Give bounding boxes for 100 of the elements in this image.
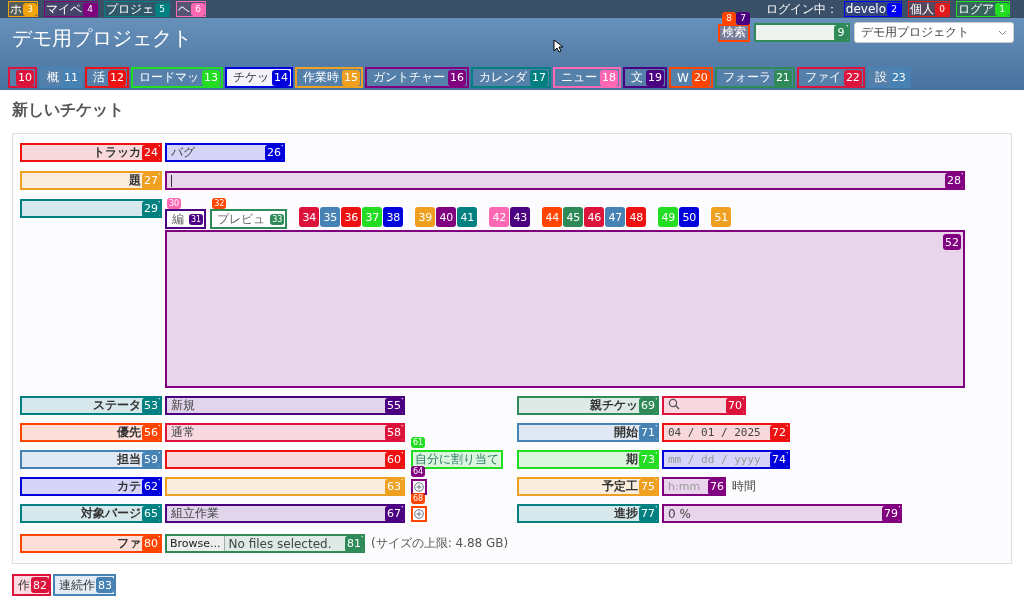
file-field[interactable]: Browse... No files selected. 81 [165, 534, 365, 553]
editor-tab[interactable]: プレビュ 33 [210, 209, 288, 229]
number-badge: 67 [385, 505, 403, 522]
toolbar-button[interactable]: 45 [563, 207, 584, 227]
date-field[interactable]: 04 / 01 / 2025 72 [662, 423, 790, 442]
toolbar-button[interactable]: 36 [341, 207, 362, 227]
number-badge: 16 [448, 69, 466, 86]
field-value: 0 % [668, 506, 691, 521]
tab[interactable]: フォーラ 21 [714, 67, 795, 88]
tab[interactable]: チケッ 14 [225, 67, 293, 88]
field-value: 組立作業 [171, 505, 219, 522]
submit-button[interactable]: 作 82 [12, 574, 51, 596]
select-field[interactable]: 0 % 79 [662, 504, 902, 523]
tab[interactable]: ロードマッ 13 [131, 67, 223, 88]
toolbar-button[interactable]: 38 [383, 207, 404, 227]
toolbar-button[interactable]: 48 [626, 207, 647, 227]
cursor-icon [553, 38, 563, 52]
tab[interactable]: 設 23 [866, 67, 911, 88]
number-badge: 81 [345, 535, 363, 552]
number-badge: 77 [639, 505, 657, 522]
field-label: 期 [626, 451, 638, 468]
select-field[interactable]: 通常 58 [165, 423, 405, 442]
select-field[interactable]: 60 [165, 450, 405, 469]
field-value: 新規 [171, 397, 195, 414]
number-badge: 20 [691, 69, 710, 86]
date-field[interactable]: mm / dd / yyyy 74 [662, 450, 790, 469]
toolbar-button[interactable]: 46 [584, 207, 605, 227]
toolbar-button[interactable]: 40 [436, 207, 457, 227]
input-field[interactable]: 28 [165, 171, 965, 190]
tab[interactable]: 活 12 [85, 67, 129, 88]
number-badge: 74 [770, 451, 788, 468]
number-badge: 31 [189, 213, 204, 225]
editor-tab[interactable]: 編 31 [165, 209, 207, 229]
tab[interactable]: ガントチャー 16 [365, 67, 469, 88]
number-badge: 73 [639, 451, 657, 468]
tab[interactable]: ファイ 22 [796, 67, 865, 88]
tab[interactable]: 文 19 [623, 67, 667, 88]
project-select[interactable]: デモ用プロジェクト [854, 22, 1014, 43]
toolbar-button[interactable]: 35 [320, 207, 341, 227]
field-value: No files selected. [228, 536, 332, 551]
tab[interactable]: 10 [8, 67, 37, 88]
field-value: 通常 [171, 424, 195, 441]
number-badge: 14 [272, 69, 290, 86]
select-field[interactable]: バグ 26 [165, 143, 285, 162]
description-field[interactable]: 52 [165, 230, 965, 388]
search-field[interactable]: 9 [754, 23, 850, 42]
number-badge: 0 [935, 2, 949, 16]
browse-button[interactable]: Browse... [167, 536, 225, 551]
number-badge: 52 [943, 234, 961, 250]
number-badge: 65 [142, 505, 160, 522]
tab[interactable]: カレンダ 17 [471, 67, 551, 88]
select-field[interactable]: 新規 55 [165, 396, 405, 415]
number-badge: 17 [530, 69, 548, 86]
number-badge: 28 [945, 172, 963, 189]
toolbar-button[interactable]: 47 [605, 207, 626, 227]
menu-link[interactable]: プロジェ 5 [104, 1, 170, 17]
input-field[interactable]: h:mm 76 [662, 477, 726, 496]
menu-link[interactable]: 個人 0 [908, 1, 950, 17]
tab[interactable]: W 20 [669, 67, 713, 88]
menu-link[interactable]: マイペ 4 [44, 1, 98, 17]
toolbar-button[interactable]: 41 [457, 207, 478, 227]
number-badge: 53 [142, 397, 160, 414]
number-badge: 19 [646, 69, 664, 86]
field-label: 開始 [614, 424, 638, 441]
number-badge: 13 [202, 69, 220, 86]
number-badge: 60 [385, 451, 403, 468]
menu-link[interactable]: ホ 3 [8, 1, 38, 17]
text-cursor [171, 174, 172, 187]
tab[interactable]: 作業時 15 [295, 67, 363, 88]
tab[interactable]: 概 11 [39, 67, 83, 88]
toolbar-button[interactable]: 50 [679, 207, 700, 227]
toolbar-button[interactable]: 44 [542, 207, 563, 227]
number-badge: 30 [167, 198, 182, 209]
toolbar-button[interactable]: 43 [510, 207, 531, 227]
number-badge: 61 [411, 437, 426, 448]
number-badge: 29 [142, 200, 160, 217]
field-label: ステータ [93, 397, 141, 414]
number-badge: 62 [142, 478, 160, 495]
field-value: 04 / 01 / 2025 [668, 426, 761, 439]
add-icon[interactable] [411, 505, 427, 522]
number-badge: 59 [142, 451, 160, 468]
number-badge: 32 [212, 198, 227, 209]
number-badge: 58 [385, 424, 403, 441]
number-badge: 22 [843, 69, 862, 86]
number-badge: 27 [142, 172, 160, 189]
menu-link[interactable]: develo 2 [843, 1, 902, 17]
number-badge: 69 [639, 397, 657, 414]
add-icon[interactable] [411, 478, 427, 495]
toolbar-button[interactable]: 34 [299, 207, 320, 227]
menu-link[interactable]: ヘ 6 [176, 1, 206, 17]
select-field[interactable]: 組立作業 67 [165, 504, 405, 523]
menu-link[interactable]: ログア 1 [956, 1, 1010, 17]
search-field[interactable]: 70 [662, 396, 746, 415]
number-badge: 26 [265, 144, 283, 161]
number-badge: 9 [834, 24, 848, 41]
number-badge: 68 [411, 492, 426, 504]
caret-icon [998, 29, 1007, 36]
page-heading: 新しいチケット [11, 99, 125, 121]
tab[interactable]: ニュー 18 [553, 67, 621, 88]
submit-button[interactable]: 連続作 83 [53, 574, 116, 596]
